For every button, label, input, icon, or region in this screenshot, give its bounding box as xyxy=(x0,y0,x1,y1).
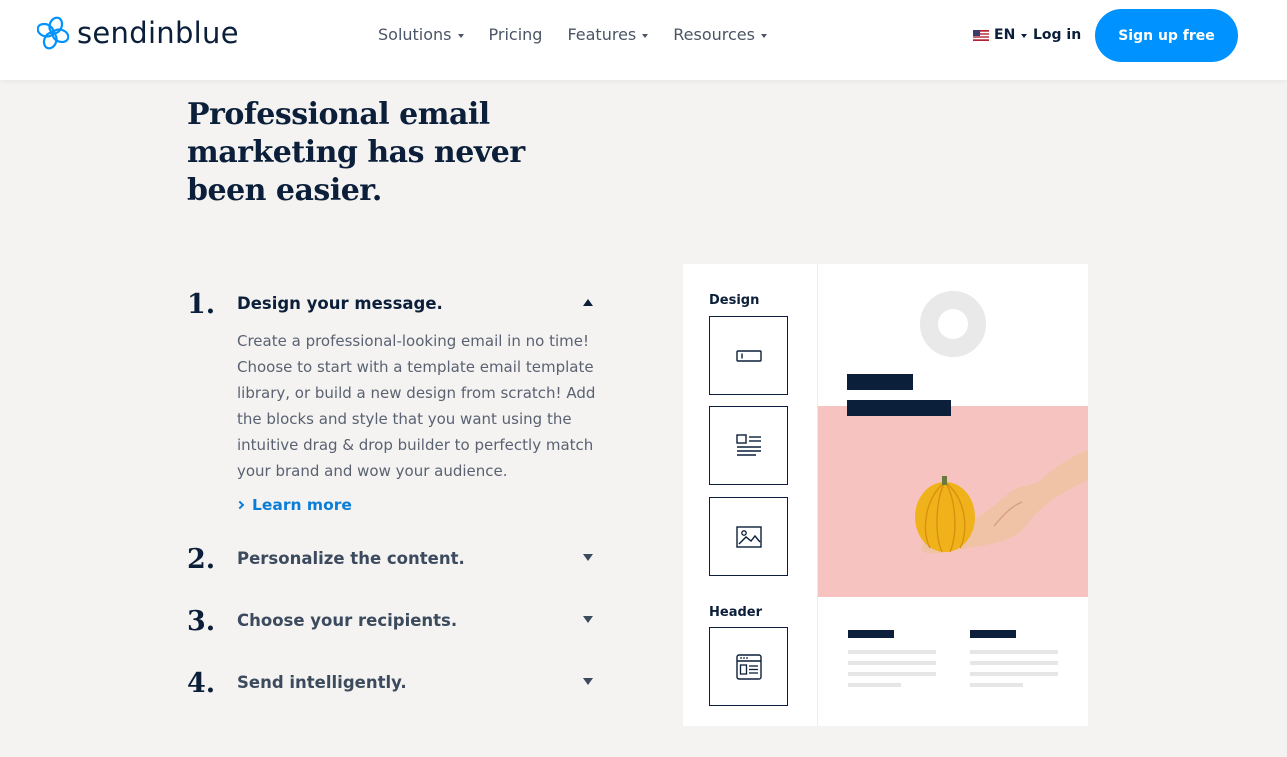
column-2-text-line xyxy=(970,650,1058,654)
expand-arrow-icon[interactable] xyxy=(583,678,593,685)
step-4-accordion[interactable]: 4. Send intelligently. xyxy=(187,668,597,702)
step-number: 1. xyxy=(187,289,216,320)
chevron-right-icon xyxy=(235,500,245,510)
step-title: Choose your recipients. xyxy=(237,611,458,630)
column-2-text-line xyxy=(970,683,1023,687)
column-1-heading-bar xyxy=(848,630,894,638)
caret-down-icon xyxy=(642,33,649,38)
top-navigation-bar: sendinblue Solutions Pricing Features Re… xyxy=(0,0,1287,80)
language-label: EN xyxy=(994,27,1016,43)
column-2-text-line xyxy=(970,672,1058,676)
step-description: Create a professional-looking email in n… xyxy=(237,332,596,480)
text-image-block-icon xyxy=(735,433,761,456)
nav-features[interactable]: Features xyxy=(567,25,649,44)
header-block-icon xyxy=(735,653,762,680)
expand-arrow-icon[interactable] xyxy=(583,554,593,561)
design-section-label: Design xyxy=(709,293,760,308)
brand-name: sendinblue xyxy=(77,16,239,50)
us-flag-icon xyxy=(973,29,989,41)
nav-solutions-label: Solutions xyxy=(378,25,452,44)
text-block-icon xyxy=(735,349,762,362)
builder-sidebar: Design Header xyxy=(683,264,818,726)
step-1-accordion: 1. Design your message. Create a profess… xyxy=(187,289,597,529)
page-headline: Professional email marketing has never b… xyxy=(187,97,525,208)
nav-pricing-label: Pricing xyxy=(488,25,543,44)
column-1-text-line xyxy=(848,672,936,676)
column-2-text-line xyxy=(970,661,1058,665)
title-placeholder-bar xyxy=(847,374,913,390)
caret-down-icon xyxy=(1021,34,1028,38)
step-title: Send intelligently. xyxy=(237,673,407,692)
header-section-label: Header xyxy=(709,605,763,620)
caret-down-icon xyxy=(457,33,464,38)
nav-features-label: Features xyxy=(567,25,637,44)
step-3-accordion[interactable]: 3. Choose your recipients. xyxy=(187,606,597,640)
subtitle-placeholder-bar xyxy=(847,400,951,416)
header-block-tile xyxy=(709,627,788,706)
hand-holding-squash-illustration xyxy=(915,450,1088,554)
column-1-text-line xyxy=(848,661,936,665)
nav-resources[interactable]: Resources xyxy=(673,25,767,44)
column-1-text-line xyxy=(848,683,901,687)
text-image-block-tile xyxy=(709,406,788,485)
nav-pricing[interactable]: Pricing xyxy=(489,25,543,44)
image-block-icon xyxy=(735,525,762,548)
step-number: 4. xyxy=(187,668,216,699)
signup-button[interactable]: Sign up free xyxy=(1095,9,1238,62)
nav-resources-label: Resources xyxy=(673,25,755,44)
learn-more-label: Learn more xyxy=(252,496,352,514)
email-builder-illustration: Design Header xyxy=(683,264,1088,726)
login-link[interactable]: Log in xyxy=(1033,27,1081,43)
hero-image xyxy=(818,406,1088,597)
sendinblue-logo-icon xyxy=(37,16,69,50)
image-block-tile xyxy=(709,497,788,576)
step-title: Personalize the content. xyxy=(237,549,465,568)
text-block-tile xyxy=(709,316,788,395)
expand-arrow-icon[interactable] xyxy=(583,616,593,623)
step-number: 3. xyxy=(187,606,216,637)
step-number: 2. xyxy=(187,544,216,575)
main-nav: Solutions Pricing Features Resources xyxy=(378,25,792,44)
language-selector[interactable]: EN xyxy=(973,27,1028,43)
nav-solutions[interactable]: Solutions xyxy=(378,25,464,44)
step-2-accordion[interactable]: 2. Personalize the content. xyxy=(187,544,597,578)
email-preview xyxy=(818,264,1088,726)
sendinblue-logo[interactable]: sendinblue xyxy=(37,16,239,50)
column-2-heading-bar xyxy=(970,630,1016,638)
collapse-arrow-icon[interactable] xyxy=(583,299,593,306)
logo-placeholder xyxy=(920,291,986,357)
caret-down-icon xyxy=(760,33,767,38)
column-1-text-line xyxy=(848,650,936,654)
step-title[interactable]: Design your message. xyxy=(237,294,443,313)
learn-more-link[interactable]: Learn more xyxy=(235,496,352,514)
